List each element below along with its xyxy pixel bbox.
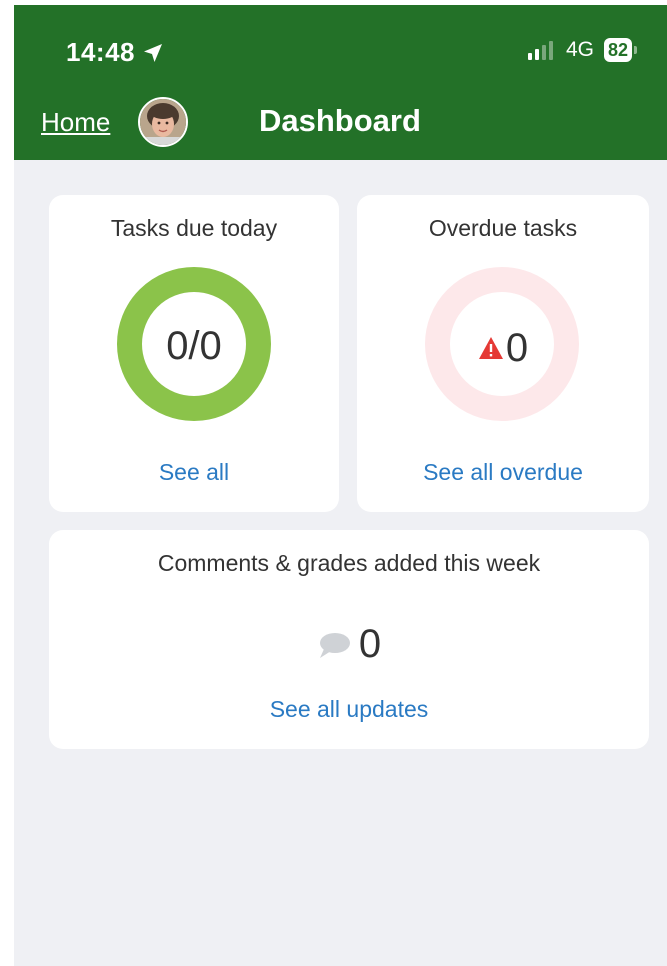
status-time: 14:48 <box>66 37 165 68</box>
location-arrow-icon <box>144 43 162 62</box>
avatar[interactable] <box>138 97 188 147</box>
status-indicators: 4G 82 <box>527 38 637 62</box>
overdue-value: 0 <box>505 325 529 370</box>
overdue-value-row: 0 <box>357 324 649 371</box>
warning-icon <box>478 337 503 360</box>
battery-tip <box>634 46 637 54</box>
battery-level: 82 <box>603 38 632 62</box>
screen: 14:48 4G 82 Home Dashboard Tasks due tod… <box>14 5 667 966</box>
home-link[interactable]: Home <box>41 107 110 138</box>
comments-card[interactable]: Comments & grades added this week 0 See … <box>49 530 649 749</box>
comments-title: Comments & grades added this week <box>157 550 541 576</box>
see-all-updates-link[interactable]: See all updates <box>49 696 649 723</box>
comments-count-row: 0 <box>49 622 649 667</box>
app-header: 14:48 4G 82 Home Dashboard <box>14 5 667 160</box>
see-all-overdue-link[interactable]: See all overdue <box>357 459 649 486</box>
page-title: Dashboard <box>259 103 421 138</box>
network-type: 4G <box>565 38 594 61</box>
see-all-link[interactable]: See all <box>49 459 339 486</box>
signal-icon <box>527 40 556 60</box>
comment-icon <box>319 632 350 658</box>
tasks-due-title: Tasks due today <box>110 215 278 241</box>
status-time-text: 14:48 <box>66 37 135 67</box>
tasks-due-card[interactable]: Tasks due today 0/0 See all <box>49 195 339 512</box>
comments-value: 0 <box>358 622 382 666</box>
overdue-card[interactable]: Overdue tasks 0 See all overdue <box>357 195 649 512</box>
overdue-title: Overdue tasks <box>428 215 578 241</box>
tasks-due-value: 0/0 <box>166 324 222 368</box>
